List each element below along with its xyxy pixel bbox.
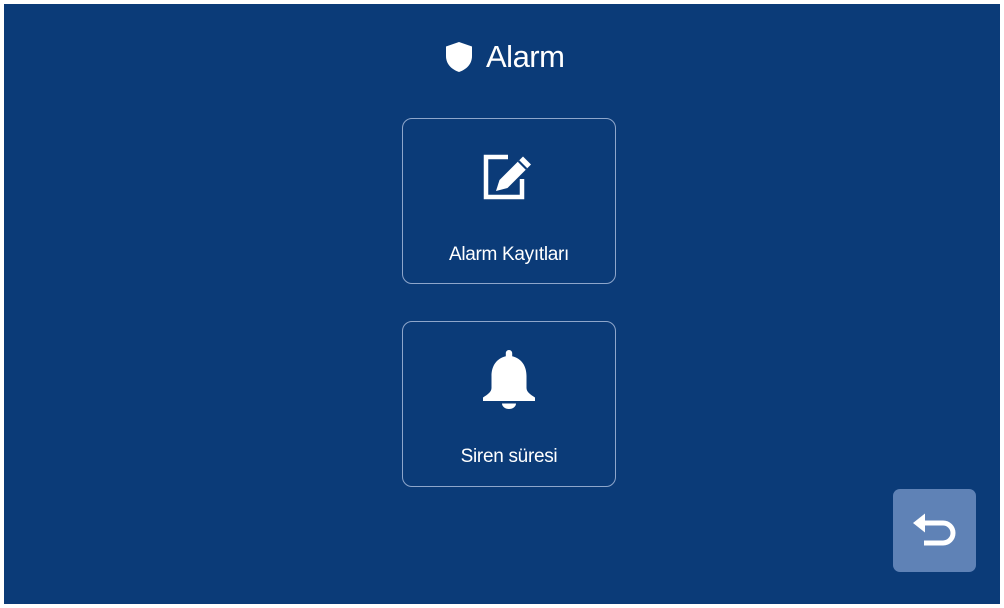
- back-arrow-icon: [912, 513, 955, 545]
- page-title: Alarm: [446, 37, 565, 77]
- back-button[interactable]: [893, 489, 976, 572]
- siren-duration-button[interactable]: Siren süresi: [402, 321, 616, 487]
- edit-icon: [483, 154, 531, 200]
- page-title-text: Alarm: [486, 39, 565, 74]
- siren-duration-icon-wrap: [403, 347, 615, 409]
- alarm-records-icon-wrap: [403, 150, 615, 202]
- alarm-screen: Alarm Alarm Kayıtları Siren süresi: [4, 4, 1000, 604]
- shield-icon: [446, 42, 472, 72]
- siren-duration-label: Siren süresi: [460, 446, 558, 467]
- alarm-records-button[interactable]: Alarm Kayıtları: [402, 118, 616, 284]
- alarm-records-label: Alarm Kayıtları: [448, 244, 570, 265]
- bell-icon: [483, 350, 535, 409]
